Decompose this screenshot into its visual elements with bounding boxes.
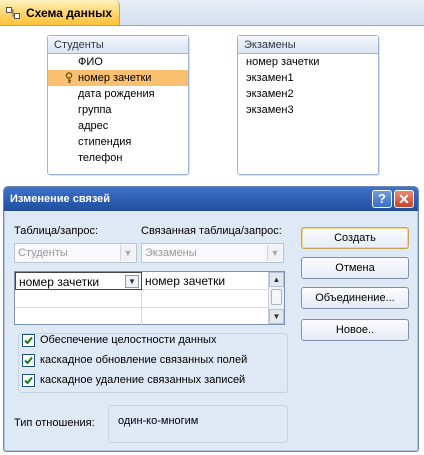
- create-button[interactable]: Создать: [301, 227, 409, 249]
- related-table-combo[interactable]: Экзамены ▼: [141, 243, 284, 263]
- checkbox-label: Обеспечение целостности данных: [40, 334, 217, 346]
- chevron-down-icon: ▼: [120, 245, 135, 261]
- field-item[interactable]: адрес: [48, 118, 188, 134]
- field-item[interactable]: телефон: [48, 150, 188, 166]
- scroll-down-icon[interactable]: ▼: [269, 309, 284, 324]
- field-item[interactable]: экзамен3: [238, 102, 378, 118]
- field-item[interactable]: ФИО: [48, 54, 188, 70]
- checkbox-label: каскадное удаление связанных записей: [40, 374, 246, 386]
- checkbox[interactable]: [22, 374, 35, 387]
- join-type-button[interactable]: Объединение...: [301, 287, 409, 309]
- field-item-selected[interactable]: номер зачетки: [48, 70, 188, 86]
- document-tab-bar: Схема данных: [0, 0, 424, 26]
- checkbox[interactable]: [22, 334, 35, 347]
- table-title[interactable]: Студенты: [48, 36, 188, 54]
- relation-type-value: один-ко-многим: [118, 415, 199, 427]
- right-field-cell[interactable]: [142, 308, 269, 326]
- edit-relationships-dialog: Изменение связей ? ✕ Таблица/запрос: Свя…: [3, 186, 419, 452]
- left-field-cell[interactable]: номер зачетки ▼: [15, 272, 142, 290]
- scroll-thumb[interactable]: [271, 289, 282, 305]
- create-new-button[interactable]: Новое..: [301, 319, 409, 341]
- dialog-title: Изменение связей: [10, 193, 111, 205]
- related-table-label: Связанная таблица/запрос:: [141, 225, 282, 237]
- grid-scrollbar[interactable]: ▲ ▼: [268, 272, 284, 324]
- cancel-button[interactable]: Отмена: [301, 257, 409, 279]
- table-row: [15, 290, 269, 308]
- table-title[interactable]: Экзамены: [238, 36, 378, 54]
- close-button[interactable]: ✕: [394, 190, 414, 208]
- table-students[interactable]: Студенты ФИО номер зачетки дата рождения…: [47, 35, 189, 175]
- field-item[interactable]: группа: [48, 102, 188, 118]
- left-field-cell[interactable]: [15, 290, 142, 308]
- relationships-icon: [6, 6, 20, 19]
- left-field-cell[interactable]: [15, 308, 142, 326]
- table-query-label: Таблица/запрос:: [14, 225, 99, 237]
- dialog-title-bar[interactable]: Изменение связей: [4, 187, 418, 211]
- table-row: [15, 308, 269, 326]
- right-field-cell[interactable]: [142, 290, 269, 308]
- field-item[interactable]: стипендия: [48, 134, 188, 150]
- field-item[interactable]: номер зачетки: [238, 54, 378, 70]
- table-combo[interactable]: Студенты ▼: [14, 243, 137, 263]
- relation-type-label: Тип отношения:: [14, 417, 95, 429]
- field-item[interactable]: дата рождения: [48, 86, 188, 102]
- right-field-cell[interactable]: номер зачетки: [142, 272, 269, 290]
- table-exams[interactable]: Экзамены номер зачетки экзамен1 экзамен2…: [237, 35, 379, 175]
- field-item[interactable]: экзамен2: [238, 86, 378, 102]
- checkbox[interactable]: [22, 354, 35, 367]
- field-item[interactable]: экзамен1: [238, 70, 378, 86]
- tab-relationships[interactable]: Схема данных: [0, 0, 120, 26]
- field-mapping-grid: номер зачетки ▼ номер зачетки ▲ ▼: [14, 271, 285, 326]
- tab-title: Схема данных: [26, 5, 112, 20]
- chevron-down-icon: ▼: [267, 245, 282, 261]
- primary-key-icon: [64, 72, 74, 84]
- help-button[interactable]: ?: [372, 190, 392, 208]
- chevron-down-icon[interactable]: ▼: [125, 275, 139, 288]
- scroll-up-icon[interactable]: ▲: [269, 272, 284, 287]
- checkbox-label: каскадное обновление связанных полей: [40, 354, 248, 366]
- table-row: номер зачетки ▼ номер зачетки: [15, 272, 269, 290]
